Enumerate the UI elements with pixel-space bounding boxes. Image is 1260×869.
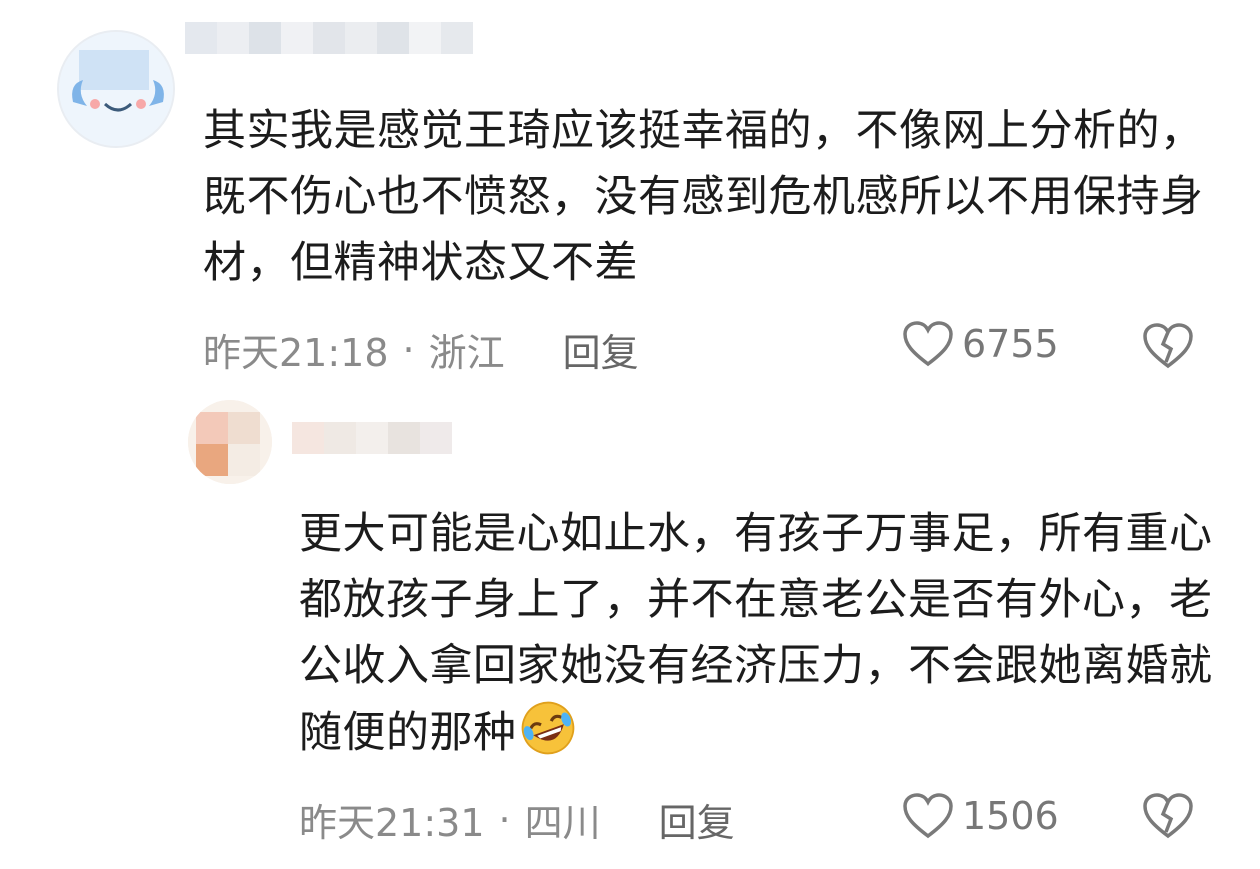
like-count: 1506 bbox=[962, 794, 1059, 838]
meta-separator: · bbox=[402, 327, 415, 372]
comment-meta: 昨天21:18 · 浙江 回复 bbox=[203, 322, 639, 377]
comment-text: 更大可能是心如止水，有孩子万事足，所有重心都放孩子身上了，并不在意老公是否有外心… bbox=[299, 501, 1219, 766]
comment-text: 其实我是感觉王琦应该挺幸福的，不像网上分析的，既不伤心也不愤怒，没有感到危机感所… bbox=[203, 106, 1204, 288]
comment-time: 昨天21:18 bbox=[203, 331, 389, 375]
heart-icon bbox=[903, 321, 953, 367]
heart-icon bbox=[903, 793, 953, 839]
reply-button[interactable]: 回复 bbox=[659, 792, 735, 847]
rofl-emoji-icon bbox=[521, 701, 574, 755]
reply-comment-item: 更大可能是心如止水，有孩子万事足，所有重心都放孩子身上了，并不在意老公是否有外心… bbox=[0, 400, 1260, 869]
like-button[interactable]: 6755 bbox=[902, 320, 1059, 368]
like-button[interactable]: 1506 bbox=[902, 792, 1059, 840]
user-avatar[interactable] bbox=[57, 30, 175, 148]
user-avatar[interactable] bbox=[188, 400, 272, 484]
broken-heart-icon[interactable] bbox=[1142, 792, 1194, 840]
blurred-username[interactable] bbox=[292, 422, 452, 454]
comment-item: 其实我是感觉王琦应该挺幸福的，不像网上分析的，既不伤心也不愤怒，没有感到危机感所… bbox=[0, 0, 1260, 400]
comment-meta: 昨天21:31 · 四川 回复 bbox=[299, 792, 735, 847]
like-count: 6755 bbox=[962, 322, 1059, 366]
comment-location: 四川 bbox=[524, 801, 601, 845]
cartoon-face-icon bbox=[59, 32, 173, 146]
broken-heart-icon[interactable] bbox=[1142, 322, 1194, 370]
comment-body: 更大可能是心如止水，有孩子万事足，所有重心都放孩子身上了，并不在意老公是否有外心… bbox=[299, 509, 1213, 758]
comment-location: 浙江 bbox=[428, 331, 505, 375]
reply-button[interactable]: 回复 bbox=[563, 322, 639, 377]
blurred-username[interactable] bbox=[185, 22, 473, 54]
avatar-icon bbox=[188, 400, 272, 484]
meta-separator: · bbox=[498, 797, 511, 842]
comment-time: 昨天21:31 bbox=[299, 801, 485, 845]
